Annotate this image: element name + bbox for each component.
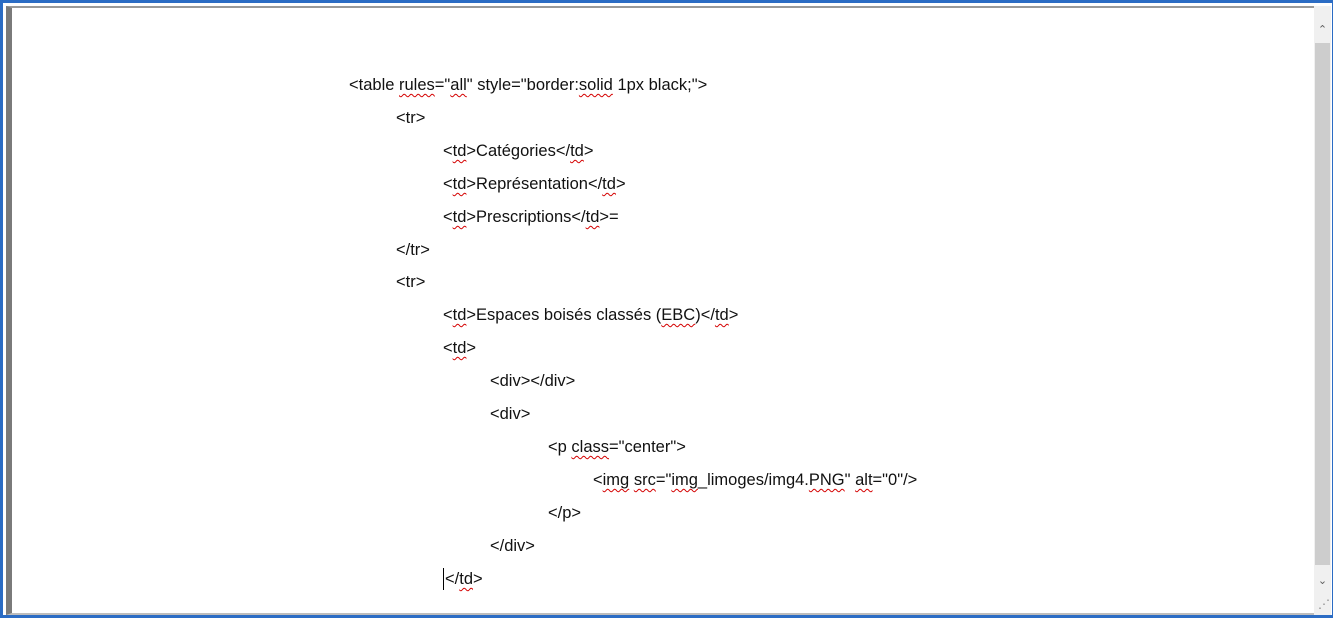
- code-token: <tr>: [396, 109, 426, 127]
- code-token: ="0"/>: [872, 471, 918, 489]
- spellcheck-flagged-word: td: [452, 142, 467, 160]
- code-token: <: [593, 471, 603, 489]
- code-line: <table rules="all" style="border:solid 1…: [349, 74, 707, 96]
- code-textarea[interactable]: <table rules="all" style="border:solid 1…: [12, 8, 1310, 612]
- code-token: ": [844, 471, 856, 489]
- code-line: <td>Espaces boisés classés (EBC)</td>: [443, 304, 738, 326]
- code-token: <div>: [490, 405, 531, 423]
- vertical-scrollbar[interactable]: ⌃ ⌄: [1314, 6, 1331, 615]
- code-token: >: [466, 339, 477, 357]
- spellcheck-flagged-word: rules: [399, 76, 435, 94]
- code-token: <: [443, 175, 453, 193]
- code-line: <tr>: [396, 107, 425, 129]
- spellcheck-flagged-word: img: [602, 471, 630, 489]
- code-line: <td>Représentation</td>: [443, 173, 626, 195]
- code-token: </: [445, 570, 460, 588]
- code-line: <td>Prescriptions</td>=: [443, 206, 619, 228]
- spellcheck-flagged-word: td: [570, 142, 584, 160]
- chevron-up-icon: ⌃: [1317, 23, 1328, 36]
- spellcheck-flagged-word: td: [452, 339, 467, 357]
- spellcheck-flagged-word: alt: [855, 471, 873, 489]
- code-token: " style="border:: [466, 76, 579, 94]
- code-token: >: [583, 142, 594, 160]
- resize-grip-icon[interactable]: ⋰: [1316, 597, 1330, 611]
- code-token: >=: [599, 208, 619, 226]
- code-token: <: [443, 339, 453, 357]
- code-token: <div></div>: [490, 372, 576, 390]
- code-token: </div>: [490, 537, 535, 555]
- code-token: )</: [695, 306, 715, 324]
- spellcheck-flagged-word: td: [452, 306, 467, 324]
- spellcheck-flagged-word: class: [571, 438, 609, 456]
- code-line: </p>: [548, 502, 581, 524]
- code-token: <p: [548, 438, 572, 456]
- chevron-down-icon: ⌄: [1317, 574, 1328, 587]
- code-token: >Représentation</: [466, 175, 603, 193]
- code-token: <tr>: [396, 273, 426, 291]
- code-token: 1px black;">: [612, 76, 708, 94]
- text-editor-window: <table rules="all" style="border:solid 1…: [0, 0, 1333, 618]
- spellcheck-flagged-word: td: [452, 175, 467, 193]
- code-line: <td>Catégories</td>: [443, 140, 593, 162]
- code-token: >Catégories</: [466, 142, 571, 160]
- code-line: </div>: [490, 535, 535, 557]
- code-token: </tr>: [396, 241, 430, 259]
- spellcheck-flagged-word: td: [452, 208, 467, 226]
- spellcheck-flagged-word: img: [671, 471, 698, 489]
- code-token: >: [728, 306, 739, 324]
- code-line: <div></div>: [490, 370, 575, 392]
- scroll-down-button[interactable]: ⌄: [1314, 571, 1331, 591]
- scroll-up-button[interactable]: ⌃: [1314, 20, 1331, 40]
- spellcheck-flagged-word: td: [602, 175, 616, 193]
- code-token: <: [443, 208, 453, 226]
- spellcheck-flagged-word: solid: [578, 76, 613, 94]
- code-token: >: [615, 175, 626, 193]
- code-line: <tr>: [396, 271, 425, 293]
- code-token: =": [434, 76, 451, 94]
- spellcheck-flagged-word: td: [459, 570, 473, 588]
- spellcheck-flagged-word: all: [450, 76, 467, 94]
- code-token: >: [473, 570, 483, 588]
- code-line: </tr>: [396, 239, 430, 261]
- code-token: <: [443, 306, 453, 324]
- code-token: <: [443, 142, 453, 160]
- code-token: _limoges/img4.: [697, 471, 809, 489]
- code-token: ="center">: [609, 438, 686, 456]
- text-cursor: [443, 568, 444, 590]
- spellcheck-flagged-word: EBC: [661, 306, 696, 324]
- spellcheck-flagged-word: td: [714, 306, 729, 324]
- spellcheck-flagged-word: src: [633, 471, 656, 489]
- code-token: </p>: [548, 504, 582, 522]
- code-token: =": [655, 471, 672, 489]
- code-token: <table: [349, 76, 399, 94]
- scrollbar-thumb[interactable]: [1315, 43, 1330, 565]
- code-line: <div>: [490, 403, 530, 425]
- spellcheck-flagged-word: td: [585, 208, 600, 226]
- code-token: >Prescriptions</: [466, 208, 586, 226]
- spellcheck-flagged-word: PNG: [808, 471, 845, 489]
- code-token: >Espaces boisés classés (: [466, 306, 662, 324]
- code-line: </td>: [443, 568, 483, 590]
- code-line: <img src="img_limoges/img4.PNG" alt="0"/…: [593, 469, 917, 491]
- code-line: <td>: [443, 337, 476, 359]
- code-line: <p class="center">: [548, 436, 686, 458]
